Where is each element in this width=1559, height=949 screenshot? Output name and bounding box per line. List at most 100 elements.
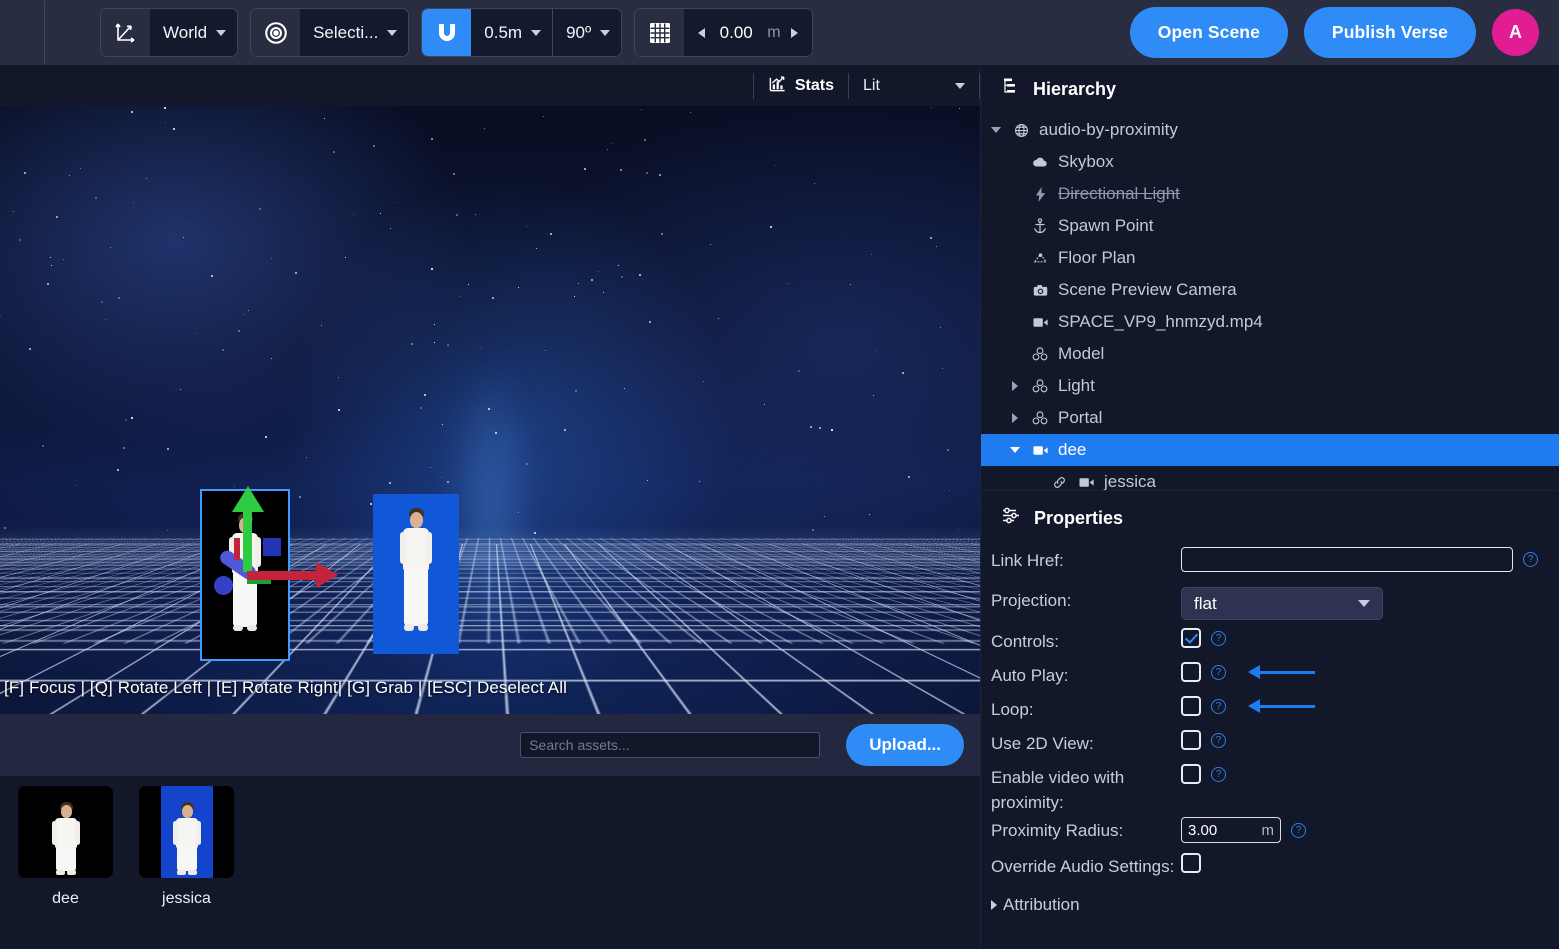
bolt-icon	[1031, 186, 1049, 202]
hierarchy-node-scene-preview-camera[interactable]: Scene Preview Camera	[981, 274, 1559, 306]
axes-icon	[101, 9, 150, 56]
pivot-group: Selecti...	[250, 8, 410, 57]
3d-viewport[interactable]: [F] Focus | [Q] Rotate Left | [E] Rotate…	[0, 106, 980, 714]
properties-list[interactable]: Link Href:? Projection: flat Controls:? Auto…	[981, 537, 1559, 949]
open-scene-button[interactable]: Open Scene	[1129, 7, 1288, 58]
gizmo-axis-z-handle[interactable]	[214, 576, 233, 595]
gizmo-axis-x[interactable]	[247, 571, 319, 580]
transform-space-dropdown[interactable]: World	[150, 9, 238, 56]
hierarchy-node-spawn-point[interactable]: Spawn Point	[981, 210, 1559, 242]
gizmo-axis-x-arrow[interactable]	[316, 562, 338, 588]
property-number-proximity-radius[interactable]: 3.00 m	[1181, 817, 1281, 844]
property-control: flat	[1181, 585, 1559, 620]
grid-icon[interactable]	[635, 9, 685, 56]
chevron-down-icon	[600, 29, 611, 36]
chevron-down-icon	[387, 29, 398, 36]
help-icon[interactable]: ?	[1211, 732, 1226, 748]
chevron-down-icon[interactable]	[1008, 447, 1022, 453]
snap-angle-dropdown[interactable]: 90º	[553, 9, 622, 56]
chevron-down-icon	[955, 82, 965, 89]
property-checkbox-use-2d-view[interactable]	[1181, 730, 1201, 750]
property-row-loop: Loop:?	[981, 694, 1559, 728]
gizmo-axis-y[interactable]	[243, 506, 252, 572]
snap-distance-dropdown[interactable]: 0.5m	[471, 9, 553, 56]
gizmo-plane-handle-blue[interactable]	[263, 538, 281, 556]
property-label: Loop:	[991, 700, 1034, 719]
video-icon	[1031, 317, 1049, 328]
hierarchy-node-label: audio-by-proximity	[1039, 120, 1178, 139]
hierarchy-node-directional-light[interactable]: Directional Light	[981, 178, 1559, 210]
help-icon[interactable]: ?	[1291, 822, 1306, 838]
video-plane-jessica[interactable]	[373, 494, 459, 654]
asset-item-label: jessica	[162, 890, 211, 907]
property-label: Controls:	[991, 632, 1060, 651]
property-label: Auto Play:	[991, 666, 1069, 685]
chevron-right-icon[interactable]	[1008, 413, 1022, 423]
annotation-arrow-icon	[1248, 665, 1315, 679]
top-toolbar: World Selecti... 0.5m 90º 0.00 m Open Sc…	[0, 0, 1559, 65]
hierarchy-node-label: Floor Plan	[1058, 248, 1136, 267]
hierarchy-node-model[interactable]: Model	[981, 338, 1559, 370]
link-icon	[1050, 476, 1068, 489]
chevron-right-icon	[991, 900, 997, 911]
grid-height-stepper[interactable]: 0.00 m	[684, 9, 812, 56]
toolbar-divider	[44, 1, 45, 64]
property-checkbox-auto-play[interactable]	[1181, 662, 1201, 682]
hierarchy-node-light[interactable]: Light	[981, 370, 1559, 402]
property-checkbox-enable-video-with-proximity[interactable]	[1181, 764, 1201, 784]
property-label: Enable video with proximity:	[991, 768, 1125, 812]
property-checkbox-loop[interactable]	[1181, 696, 1201, 716]
asset-item-jessica[interactable]: jessica	[139, 786, 234, 949]
gizmo-plane-handle-red[interactable]	[234, 538, 240, 560]
stepper-increment-icon[interactable]	[790, 27, 798, 38]
property-number-unit: m	[1261, 821, 1275, 839]
help-icon[interactable]: ?	[1523, 552, 1538, 567]
help-icon[interactable]: ?	[1211, 664, 1226, 680]
avatar[interactable]: A	[1492, 9, 1539, 56]
video-icon	[1077, 477, 1095, 488]
hierarchy-node-dee[interactable]: dee	[981, 434, 1559, 466]
chevron-down-icon	[531, 29, 542, 36]
hierarchy-node-floor-plan[interactable]: Floor Plan	[981, 242, 1559, 274]
hierarchy-node-space-vp9-hnmzyd-mp4[interactable]: SPACE_VP9_hnmzyd.mp4	[981, 306, 1559, 338]
transform-space-group: World	[100, 8, 239, 57]
stepper-decrement-icon[interactable]	[698, 27, 706, 38]
cubes-icon	[1031, 347, 1049, 361]
transform-space-value: World	[163, 22, 208, 42]
help-icon[interactable]: ?	[1211, 766, 1226, 782]
hierarchy-title: Hierarchy	[1033, 79, 1117, 99]
gizmo-axis-y-arrow[interactable]	[232, 486, 264, 512]
hierarchy-node-label: Directional Light	[1058, 184, 1180, 203]
grid-height-unit: m	[767, 23, 781, 41]
asset-thumbnail	[139, 786, 234, 878]
chevron-right-icon[interactable]	[1008, 381, 1022, 391]
grid-group: 0.00 m	[634, 8, 813, 57]
property-select-projection[interactable]: flat	[1181, 587, 1383, 620]
search-input[interactable]	[520, 732, 821, 758]
attribution-section-toggle[interactable]: Attribution	[981, 885, 1559, 915]
cubes-icon	[1031, 411, 1049, 425]
help-icon[interactable]: ?	[1211, 630, 1226, 646]
hierarchy-tree: audio-by-proximity Skybox Directional Ligh…	[981, 112, 1559, 498]
property-checkbox-controls[interactable]	[1181, 628, 1201, 648]
asset-item-dee[interactable]: dee	[18, 786, 113, 949]
chevron-down-icon[interactable]	[989, 127, 1003, 133]
asset-toolbar: Upload...	[0, 714, 980, 776]
upload-button[interactable]: Upload...	[846, 724, 964, 766]
hierarchy-node-portal[interactable]: Portal	[981, 402, 1559, 434]
shading-mode-dropdown[interactable]: Lit	[849, 77, 979, 95]
hierarchy-node-label: Portal	[1058, 408, 1103, 427]
publish-verse-button[interactable]: Publish Verse	[1303, 7, 1476, 58]
property-label: Projection:	[991, 591, 1072, 610]
pivot-dropdown[interactable]: Selecti...	[300, 9, 409, 56]
property-row-enable-video-with-proximity: Enable video with proximity:?	[981, 762, 1559, 815]
annotation-arrow-icon	[1248, 699, 1315, 713]
property-row-projection: Projection: flat	[981, 585, 1559, 626]
property-input-link-href[interactable]	[1181, 547, 1513, 572]
property-checkbox-override-audio-settings[interactable]	[1181, 853, 1201, 874]
magnet-icon[interactable]	[422, 9, 472, 56]
stats-button[interactable]: Stats	[754, 74, 848, 98]
hierarchy-node-audio-by-proximity[interactable]: audio-by-proximity	[981, 114, 1559, 146]
hierarchy-node-skybox[interactable]: Skybox	[981, 146, 1559, 178]
help-icon[interactable]: ?	[1211, 698, 1226, 714]
